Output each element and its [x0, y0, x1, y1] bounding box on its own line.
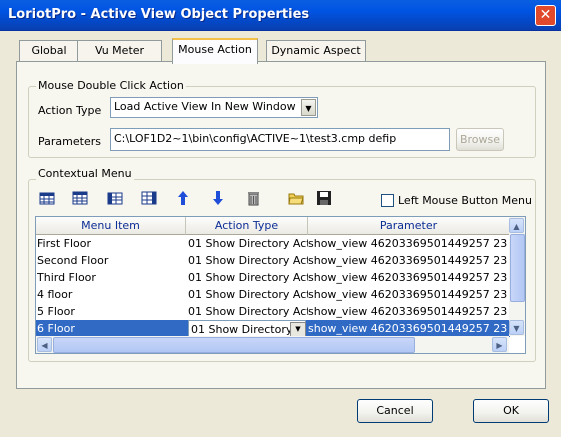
- tab-vu-meter-label: Vu Meter: [94, 44, 145, 57]
- close-button[interactable]: ✕: [535, 5, 556, 26]
- move-up-icon: [178, 191, 188, 205]
- parameter-cell: show_view 46203369501449257 23: [308, 237, 508, 250]
- parameters-label: Parameters: [38, 135, 101, 148]
- column-header-menu-item[interactable]: Menu Item: [36, 217, 186, 235]
- table-row[interactable]: 4 floor 01 Show Directory Active show_vi…: [36, 286, 510, 303]
- table-row[interactable]: 5 Floor 01 Show Directory Active show_vi…: [36, 303, 510, 320]
- save-icon: [317, 191, 331, 205]
- contextual-menu-group-label: Contextual Menu: [36, 167, 134, 180]
- delete-row-button[interactable]: [138, 187, 160, 209]
- menu-item-cell: First Floor: [37, 237, 92, 250]
- horizontal-scrollbar[interactable]: ◀ ▶: [36, 336, 509, 353]
- contextual-menu-grid[interactable]: Menu Item Action Type Parameter First Fl…: [35, 216, 526, 354]
- action-type-cell: 01 Show Directory Active: [188, 305, 308, 318]
- move-down-icon: [213, 191, 223, 205]
- left-mouse-label: Left Mouse Button Menu: [398, 194, 532, 207]
- move-up-button[interactable]: [172, 187, 194, 209]
- tab-mouse-action[interactable]: Mouse Action: [172, 38, 258, 64]
- scroll-up-arrow-icon[interactable]: ▲: [509, 218, 524, 233]
- add-row-icon: [72, 191, 88, 205]
- action-type-cell: 01 Show Directory Active: [188, 237, 308, 250]
- insert-column-button[interactable]: [104, 187, 126, 209]
- action-type-select[interactable]: Load Active View In New Window ▼: [110, 97, 318, 118]
- tab-dynamic-aspect[interactable]: Dynamic Aspect: [266, 40, 366, 62]
- move-down-button[interactable]: [207, 187, 229, 209]
- vertical-scrollbar[interactable]: ▲ ▼: [509, 217, 525, 336]
- chevron-down-icon[interactable]: ▼: [290, 322, 306, 337]
- menu-item-cell: 5 Floor: [37, 305, 75, 318]
- open-folder-button[interactable]: [285, 187, 307, 209]
- delete-button[interactable]: [242, 187, 264, 209]
- tab-global[interactable]: Global: [19, 40, 79, 62]
- parameters-field[interactable]: C:\LOF1D2~1\bin\config\ACTIVE~1\test3.cm…: [110, 128, 450, 151]
- table-row-selected[interactable]: 6 Floor 01 Show Directory Ac ▼ show_view…: [36, 320, 510, 337]
- parameters-value: C:\LOF1D2~1\bin\config\ACTIVE~1\test3.cm…: [114, 132, 397, 145]
- insert-row-button[interactable]: [36, 187, 58, 209]
- parameter-cell: show_view 46203369501449257 23: [308, 322, 508, 335]
- menu-item-cell: 6 Floor: [37, 322, 75, 335]
- chevron-down-icon[interactable]: ▼: [301, 99, 316, 116]
- table-row[interactable]: Second Floor 01 Show Directory Active sh…: [36, 252, 510, 269]
- scroll-right-arrow-icon[interactable]: ▶: [492, 337, 507, 352]
- ok-button[interactable]: OK: [473, 399, 549, 423]
- vertical-scroll-thumb[interactable]: [510, 234, 525, 302]
- tab-dynamic-aspect-label: Dynamic Aspect: [271, 44, 361, 57]
- parameter-cell: show_view 46203369501449257 23: [308, 305, 508, 318]
- table-row[interactable]: First Floor 01 Show Directory Active sho…: [36, 235, 510, 252]
- trash-icon: [248, 192, 259, 206]
- menu-item-cell: Second Floor: [37, 254, 109, 267]
- browse-button[interactable]: Browse: [456, 128, 504, 151]
- table-row[interactable]: Third Floor 01 Show Directory Active sho…: [36, 269, 510, 286]
- action-type-label: Action Type: [38, 104, 102, 117]
- action-type-cell: 01 Show Directory Active: [188, 288, 308, 301]
- parameter-cell: show_view 46203369501449257 23: [308, 271, 508, 284]
- add-row-button[interactable]: [69, 187, 91, 209]
- cancel-button[interactable]: Cancel: [357, 399, 433, 423]
- tab-global-label: Global: [31, 44, 67, 57]
- open-folder-icon: [288, 193, 304, 205]
- insert-column-icon: [107, 192, 123, 205]
- save-button[interactable]: [313, 187, 335, 209]
- insert-row-icon: [39, 192, 55, 205]
- column-header-action-type[interactable]: Action Type: [186, 217, 308, 235]
- menu-item-cell: Third Floor: [37, 271, 96, 284]
- left-mouse-checkbox[interactable]: [381, 194, 394, 207]
- double-click-group-label: Mouse Double Click Action: [36, 79, 186, 92]
- action-type-cell: 01 Show Directory Active: [188, 271, 308, 284]
- action-type-combo[interactable]: 01 Show Directory Ac: [188, 320, 306, 337]
- menu-item-cell: 4 floor: [37, 288, 73, 301]
- scroll-left-arrow-icon[interactable]: ◀: [37, 337, 52, 352]
- window-title: LoriotPro - Active View Object Propertie…: [8, 7, 310, 22]
- action-type-cell: 01 Show Directory Ac: [191, 323, 306, 336]
- column-header-parameter[interactable]: Parameter: [308, 217, 510, 235]
- parameter-cell: show_view 46203369501449257 23: [308, 288, 508, 301]
- tab-vu-meter[interactable]: Vu Meter: [77, 40, 162, 62]
- parameter-cell: show_view 46203369501449257 23: [308, 254, 508, 267]
- action-type-value: Load Active View In New Window: [114, 100, 296, 113]
- horizontal-scroll-thumb[interactable]: [53, 337, 415, 353]
- scroll-down-arrow-icon[interactable]: ▼: [509, 320, 524, 335]
- delete-row-icon: [141, 191, 157, 205]
- tab-mouse-action-label: Mouse Action: [178, 43, 252, 56]
- action-type-cell: 01 Show Directory Active: [188, 254, 308, 267]
